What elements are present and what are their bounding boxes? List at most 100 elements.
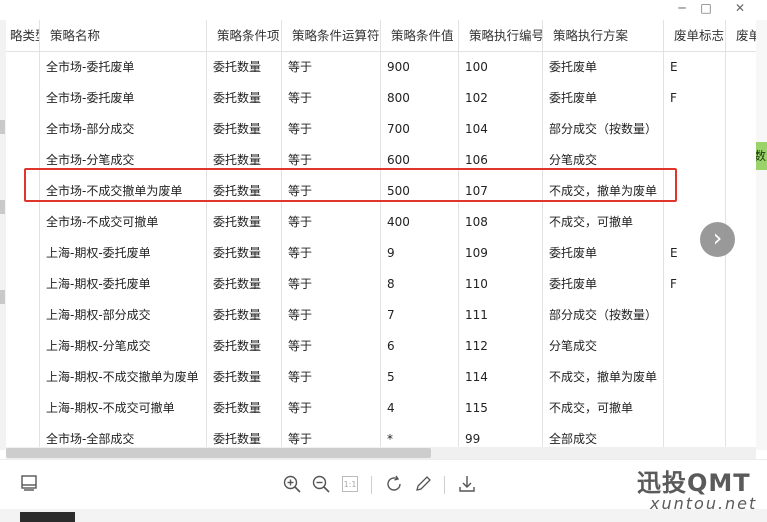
table-row[interactable]: 上海-期权-不成交可撤单 委托数量 等于 4 115 不成交，可撤单 [6, 393, 756, 425]
table-cell: 115 [459, 393, 543, 424]
table-cell: F [664, 269, 726, 300]
table-row[interactable]: 全市场-委托废单 委托数量 等于 800 102 委托废单 F [6, 83, 756, 115]
table-cell: 等于 [282, 362, 381, 393]
column-header[interactable]: 策略条件值 [381, 20, 459, 51]
table-cell: 委托废单 [543, 52, 664, 83]
column-header[interactable]: 策略执行编号 [459, 20, 543, 51]
table-cell: 800 [381, 83, 459, 114]
table-cell: 上海-期权-不成交撤单为废单 [40, 362, 207, 393]
table-cell: 不成交，可撤单 [543, 207, 664, 238]
table-cell: 6 [381, 331, 459, 362]
column-header[interactable]: 策略名称 [40, 20, 207, 51]
background-mark [0, 200, 5, 214]
table-cell [664, 393, 726, 424]
table-cell: 分笔成交 [543, 331, 664, 362]
table-cell [726, 424, 756, 448]
table-cell [726, 176, 756, 207]
background-window-edge-right [756, 20, 767, 450]
table-cell: 委托数量 [207, 207, 282, 238]
column-header[interactable]: 策略条件项 [207, 20, 282, 51]
table-cell [6, 269, 40, 300]
table-cell: 等于 [282, 52, 381, 83]
table-cell: 委托数量 [207, 52, 282, 83]
table-cell: 110 [459, 269, 543, 300]
scrollbar-thumb[interactable] [6, 448, 431, 458]
table-cell [726, 145, 756, 176]
table-cell [726, 52, 756, 83]
table-cell: 114 [459, 362, 543, 393]
table-row[interactable]: 上海-期权-不成交撤单为废单 委托数量 等于 5 114 不成交，撤单为废单 [6, 362, 756, 394]
table-cell [6, 114, 40, 145]
table-cell: 等于 [282, 393, 381, 424]
table-cell: 不成交，撤单为废单 [543, 362, 664, 393]
table-cell: 等于 [282, 269, 381, 300]
table-cell: 109 [459, 238, 543, 269]
table-cell [664, 114, 726, 145]
zoom-in-icon[interactable] [281, 474, 303, 496]
background-thumbnail [20, 512, 75, 522]
table-cell: 等于 [282, 207, 381, 238]
table-cell: 104 [459, 114, 543, 145]
table-cell: 99 [459, 424, 543, 448]
table-cell [726, 83, 756, 114]
table-cell [664, 362, 726, 393]
table-cell: 全部成交 [543, 424, 664, 448]
actual-size-icon[interactable]: 1:1 [342, 476, 358, 492]
table-row[interactable]: 全市场-不成交可撤单 委托数量 等于 400 108 不成交，可撤单 [6, 207, 756, 239]
table-cell: 等于 [282, 114, 381, 145]
table-cell: 900 [381, 52, 459, 83]
column-header[interactable]: 策略条件运算符 [282, 20, 381, 51]
table-cell: 委托数量 [207, 238, 282, 269]
table-cell: F [664, 83, 726, 114]
table-row[interactable]: 上海-期权-分笔成交 委托数量 等于 6 112 分笔成交 [6, 331, 756, 363]
download-icon[interactable] [456, 474, 478, 496]
table-cell: 委托数量 [207, 269, 282, 300]
table-cell: 委托数量 [207, 83, 282, 114]
rotate-icon[interactable] [383, 474, 405, 496]
table-row[interactable]: 全市场-全部成交 委托数量 等于 * 99 全部成交 [6, 424, 756, 448]
table-cell: 委托数量 [207, 331, 282, 362]
close-button[interactable]: ✕ [726, 0, 754, 18]
table-cell [726, 331, 756, 362]
table-cell: 委托数量 [207, 424, 282, 448]
table-cell: 400 [381, 207, 459, 238]
toolbar-divider [444, 476, 445, 494]
table-row[interactable]: 上海-期权-委托废单 委托数量 等于 9 109 委托废单 E [6, 238, 756, 270]
zoom-out-icon[interactable] [310, 474, 332, 496]
maximize-button[interactable]: □ [692, 0, 720, 18]
table-cell: 上海-期权-分笔成交 [40, 331, 207, 362]
table-row[interactable]: 上海-期权-部分成交 委托数量 等于 7 111 部分成交（按数量） [6, 300, 756, 332]
table-row[interactable]: 全市场-部分成交 委托数量 等于 700 104 部分成交（按数量） [6, 114, 756, 146]
table-cell: 上海-期权-不成交可撤单 [40, 393, 207, 424]
column-header[interactable]: 废单 [726, 20, 756, 51]
table-cell: 111 [459, 300, 543, 331]
background-mark [0, 120, 5, 134]
column-header[interactable]: 略类型 [6, 20, 40, 51]
table-row[interactable]: 全市场-委托废单 委托数量 等于 900 100 委托废单 E [6, 52, 756, 84]
table-cell [6, 207, 40, 238]
table-cell: 等于 [282, 424, 381, 448]
table-cell: 全市场-部分成交 [40, 114, 207, 145]
table-cell: 等于 [282, 300, 381, 331]
column-header[interactable]: 策略执行方案 [543, 20, 664, 51]
table-cell: 全市场-委托废单 [40, 52, 207, 83]
table-cell [726, 114, 756, 145]
column-header[interactable]: 废单标志 [664, 20, 726, 51]
table-cell [6, 393, 40, 424]
table-row[interactable]: 上海-期权-委托废单 委托数量 等于 8 110 委托废单 F [6, 269, 756, 301]
table-cell: 委托废单 [543, 238, 664, 269]
edit-icon[interactable] [412, 474, 434, 496]
table-cell: * [381, 424, 459, 448]
panel-icon[interactable] [18, 474, 40, 496]
table-cell: 108 [459, 207, 543, 238]
table-cell: 8 [381, 269, 459, 300]
table-cell [664, 300, 726, 331]
table-cell: 部分成交（按数量） [543, 114, 664, 145]
table-cell [726, 393, 756, 424]
table-cell [726, 362, 756, 393]
table-cell: 上海-期权-委托废单 [40, 269, 207, 300]
table-cell: 700 [381, 114, 459, 145]
table-cell: 102 [459, 83, 543, 114]
table-cell: 100 [459, 52, 543, 83]
next-image-button[interactable]: › [700, 222, 735, 257]
